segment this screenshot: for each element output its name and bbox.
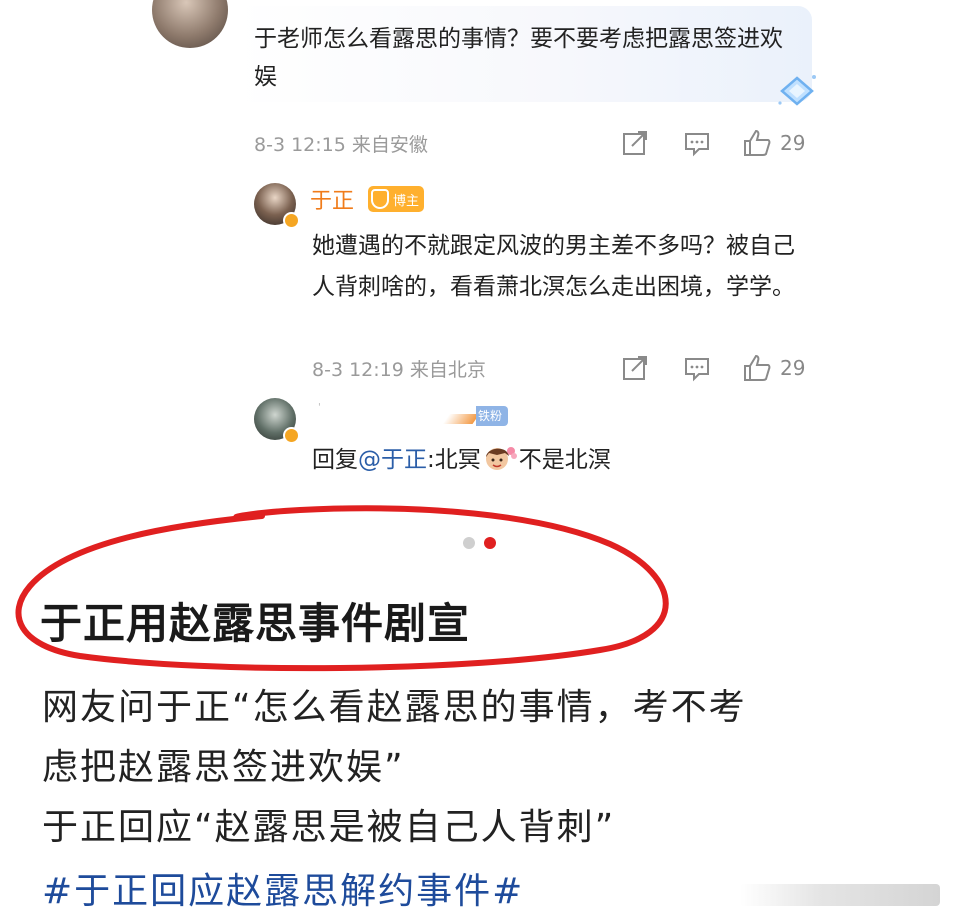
hashtag-link[interactable]: #于正回应赵露思解约事件#	[42, 862, 524, 914]
question-meta-row: 8-3 12:15 来自安徽 29	[254, 128, 814, 158]
comment-icon[interactable]	[682, 353, 712, 383]
commenter-avatar[interactable]	[152, 0, 228, 48]
article-line-2: 虑把赵露思签进欢娱”	[42, 747, 405, 788]
watermark	[740, 884, 940, 906]
emoji-face-icon	[485, 447, 517, 470]
fan-level-badge: 铁粉1	[476, 406, 508, 443]
like-icon[interactable]	[742, 353, 772, 383]
blogger-badge-label: 博主	[393, 194, 420, 209]
verified-icon	[283, 427, 300, 444]
diamond-icon	[778, 75, 816, 106]
share-icon[interactable]	[620, 128, 650, 158]
question-like-count: 29	[780, 131, 806, 155]
reply-time: 8-3 12:19 来自北京	[312, 359, 486, 381]
blogger-icon	[371, 189, 389, 209]
reply-prefix: 回复	[312, 447, 358, 473]
question-text: 于老师怎么看露思的事情？要不要考虑把露思签进欢娱	[254, 26, 783, 90]
weibo-comment-screenshot: 于老师怎么看露思的事情？要不要考虑把露思签进欢娱 8-3 12:15 来自安徽 …	[0, 0, 960, 500]
verified-icon	[283, 212, 300, 229]
comment-icon[interactable]	[682, 128, 712, 158]
fan-badge-wing	[442, 414, 480, 424]
reply-meta-row: 8-3 12:19 来自北京 29	[312, 353, 814, 383]
share-icon[interactable]	[620, 353, 650, 383]
article-line-1: 网友问于正“怎么看赵露思的事情，考不考	[42, 687, 747, 728]
blogger-badge: 博主	[368, 186, 424, 212]
article-line-3: 于正回应“赵露思是被自己人背刺”	[42, 807, 616, 848]
mention-link[interactable]: @于正	[358, 447, 427, 473]
like-icon[interactable]	[742, 128, 772, 158]
redacted-name-mark: '	[318, 402, 321, 413]
author-name[interactable]: 于正	[310, 183, 354, 215]
reply-like-count: 29	[780, 356, 806, 380]
reply-text-before: :北冥	[427, 447, 481, 473]
reply-text-after: 不是北溟	[518, 447, 611, 473]
question-time: 8-3 12:15 来自安徽	[254, 134, 428, 156]
reply-text: 她遭遇的不就跟定风波的男主差不多吗？被自己人背刺啥的，看看萧北溟怎么走出困境，学…	[312, 233, 795, 300]
article-headline: 于正用赵露思事件剧宣	[40, 599, 471, 648]
fan-reply-text: 回复@于正:北冥 不是北溟	[312, 440, 611, 474]
